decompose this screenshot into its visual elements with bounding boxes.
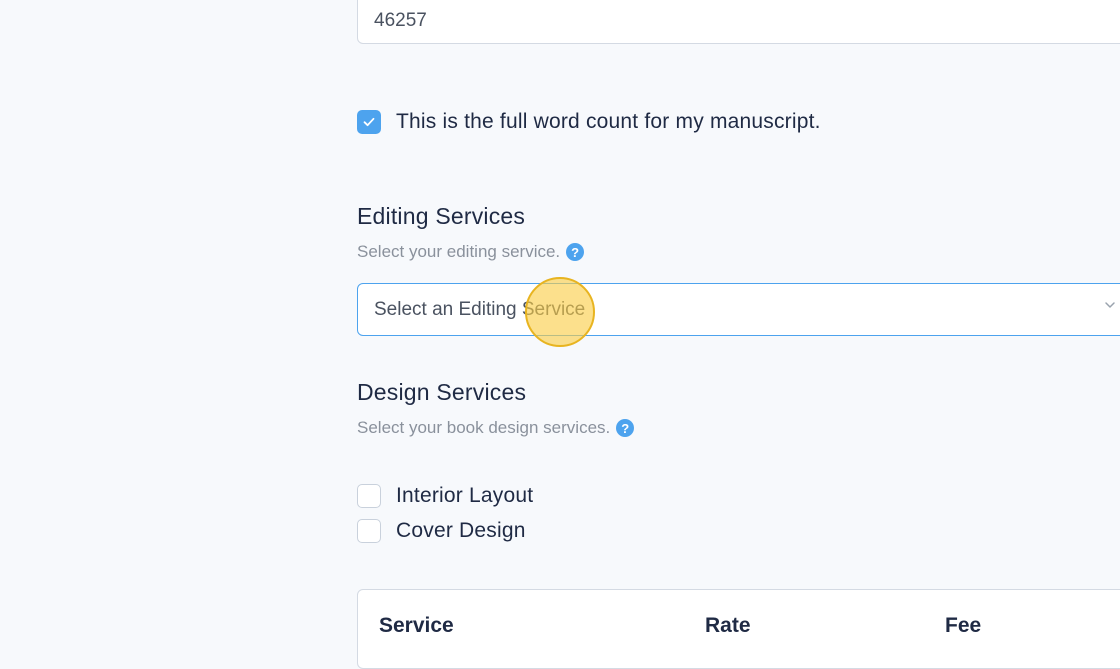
editing-services-hint-text: Select your editing service. bbox=[357, 242, 561, 261]
editing-service-select[interactable]: Select an Editing Service bbox=[357, 283, 1120, 336]
chevron-down-icon bbox=[1105, 302, 1115, 308]
interior-layout-option[interactable]: Interior Layout bbox=[357, 484, 533, 508]
design-services-hint: Select your book design services. ? bbox=[357, 418, 635, 438]
full-word-count-option[interactable]: This is the full word count for my manus… bbox=[357, 110, 821, 134]
checkmark-icon bbox=[363, 117, 375, 127]
help-icon[interactable]: ? bbox=[566, 243, 585, 261]
service-fee-table: Service Rate Fee bbox=[357, 589, 1120, 669]
table-header-service: Service bbox=[379, 614, 454, 637]
editing-service-selected-value: Select an Editing Service bbox=[374, 298, 586, 320]
table-header-rate: Rate bbox=[705, 614, 751, 637]
design-services-title: Design Services bbox=[357, 379, 527, 405]
word-count-input[interactable] bbox=[357, 0, 1120, 44]
cover-design-checkbox[interactable] bbox=[357, 519, 381, 543]
full-word-count-label: This is the full word count for my manus… bbox=[396, 110, 821, 133]
interior-layout-checkbox[interactable] bbox=[357, 484, 381, 508]
editing-services-title: Editing Services bbox=[357, 203, 526, 229]
cover-design-option[interactable]: Cover Design bbox=[357, 519, 526, 543]
help-icon[interactable]: ? bbox=[616, 419, 635, 437]
design-services-hint-text: Select your book design services. bbox=[357, 418, 611, 437]
full-word-count-checkbox[interactable] bbox=[357, 110, 381, 134]
table-header-fee: Fee bbox=[945, 614, 982, 637]
interior-layout-label: Interior Layout bbox=[396, 484, 534, 507]
editing-services-hint: Select your editing service. ? bbox=[357, 242, 585, 262]
cover-design-label: Cover Design bbox=[396, 519, 526, 542]
